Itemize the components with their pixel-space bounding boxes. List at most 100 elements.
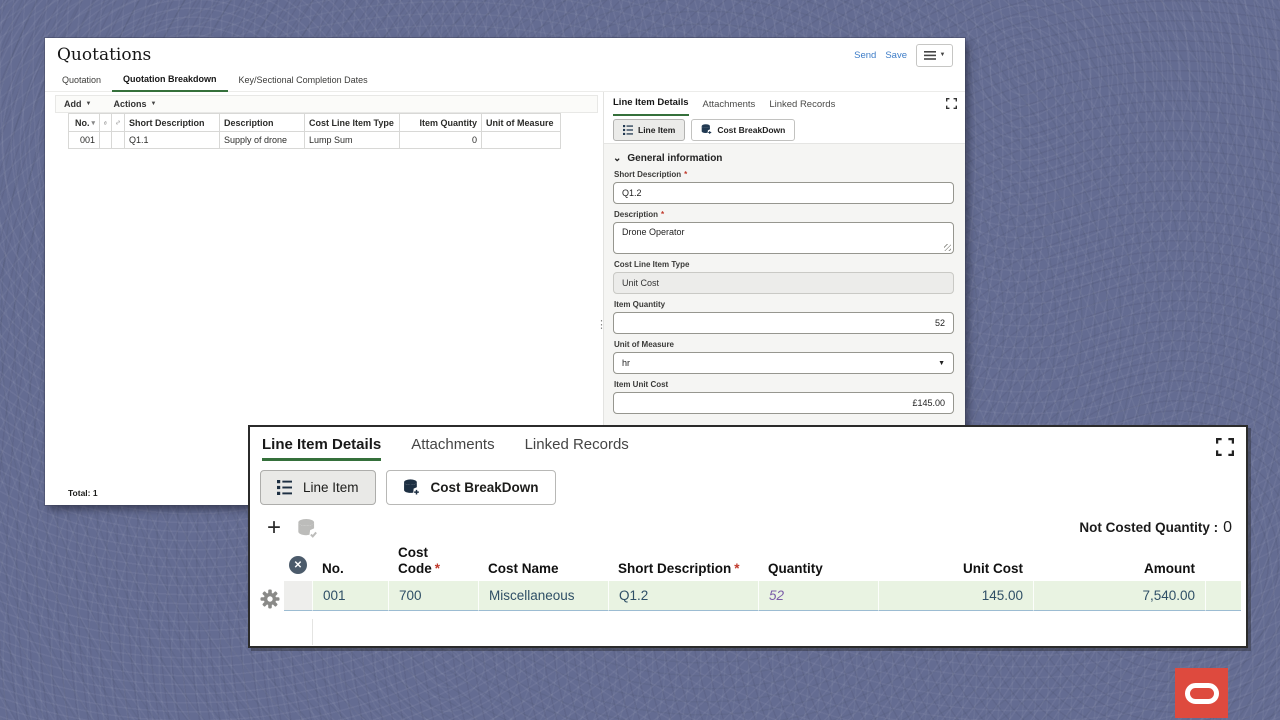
cell-short-description[interactable]: Q1.2 <box>608 581 758 611</box>
caret-down-icon: ▼ <box>940 52 946 58</box>
cell-no[interactable]: 001 <box>69 132 100 149</box>
cell-cost-name[interactable]: Miscellaneous <box>478 581 608 611</box>
desktop-background: Quotations Send Save ▼ Quotation Quotati… <box>0 0 1280 720</box>
column-divider <box>312 619 313 645</box>
short-description-field[interactable]: Q1.2 <box>613 182 954 204</box>
cell-item-quantity[interactable]: 0 <box>400 132 482 149</box>
cell-unit-cost[interactable]: 145.00 <box>878 581 1033 611</box>
caret-down-icon: ▼ <box>938 360 945 367</box>
cost-line-item-type-label: Cost Line Item Type <box>614 260 954 269</box>
short-description-label: Short Description* <box>614 170 954 179</box>
row-total-label: Total: 1 <box>68 488 98 498</box>
overlay-grid-toolbar: + Not Costed Quantity : 0 <box>260 515 1246 541</box>
cell-short-description[interactable]: Q1.1 <box>125 132 220 149</box>
column-header-amount[interactable]: Amount <box>1033 561 1205 576</box>
tab-quotation-breakdown[interactable]: Quotation Breakdown <box>112 74 228 92</box>
oracle-o-icon <box>1185 683 1219 704</box>
column-header-cost-name[interactable]: Cost Name <box>478 561 608 576</box>
database-plus-icon <box>701 124 712 135</box>
column-header-link[interactable] <box>112 113 125 132</box>
unit-of-measure-label: Unit of Measure <box>614 340 954 349</box>
actions-button[interactable]: Actions <box>113 99 146 109</box>
column-header-short-description[interactable]: Short Description <box>125 113 220 132</box>
cost-breakdown-row[interactable]: 001 700 Miscellaneous Q1.2 52 145.00 7,5… <box>284 581 1246 611</box>
tab-quotation[interactable]: Quotation <box>51 75 112 91</box>
tab-attachments[interactable]: Attachments <box>703 99 756 116</box>
details-tab-bar: Line Item Details Attachments Linked Rec… <box>604 92 965 116</box>
actions-caret-icon[interactable]: ▼ <box>150 101 156 107</box>
column-header-attachment[interactable] <box>100 113 112 132</box>
tab-line-item-details[interactable]: Line Item Details <box>613 97 689 116</box>
tab-key-sectional-completion-dates[interactable]: Key/Sectional Completion Dates <box>228 75 379 91</box>
resize-grip-icon[interactable] <box>944 244 951 251</box>
section-header-general-information[interactable]: ⌄ General information <box>613 153 954 164</box>
send-button[interactable]: Send <box>854 50 876 61</box>
description-label: Description* <box>614 210 954 219</box>
cell-link[interactable] <box>112 132 125 149</box>
line-item-view-button[interactable]: Line Item <box>613 119 685 141</box>
page-title: Quotations <box>57 45 151 65</box>
line-item-view-button[interactable]: Line Item <box>260 470 376 505</box>
table-header-row: ✕ No. Cost Code* Cost Name Short Descrip… <box>284 545 1246 581</box>
collapse-chevron-icon: ⌄ <box>613 153 621 164</box>
required-asterisk: * <box>435 561 440 577</box>
oracle-logo <box>1175 668 1228 718</box>
not-costed-quantity-value: 0 <box>1223 519 1232 537</box>
description-field[interactable]: Drone Operator <box>613 222 954 254</box>
column-header-description[interactable]: Description <box>220 113 305 132</box>
add-button[interactable]: Add <box>64 99 82 109</box>
cell-quantity[interactable]: 52 <box>758 581 878 611</box>
overlay-view-switcher: Line Item Cost BreakDown <box>260 470 1246 505</box>
column-header-unit-cost[interactable]: Unit Cost <box>878 561 1033 576</box>
tab-line-item-details[interactable]: Line Item Details <box>262 436 381 461</box>
circle-x-icon: ✕ <box>289 556 307 574</box>
expand-panel-button[interactable] <box>1216 438 1234 456</box>
link-icon <box>116 118 120 127</box>
expand-icon <box>1216 438 1234 456</box>
unit-of-measure-select[interactable]: hr ▼ <box>613 352 954 374</box>
cell-row-selector[interactable] <box>284 581 312 611</box>
clear-column-header[interactable]: ✕ <box>284 556 312 576</box>
column-header-no[interactable]: No. <box>312 561 388 576</box>
window-tab-bar: Quotation Quotation Breakdown Key/Sectio… <box>45 72 965 92</box>
window-header: Quotations Send Save ▼ <box>45 38 965 72</box>
cell-cost-line-item-type[interactable]: Lump Sum <box>305 132 400 149</box>
not-costed-quantity: Not Costed Quantity : 0 <box>1079 519 1232 537</box>
table-row[interactable]: 001 Q1.1 Supply of drone Lump Sum 0 <box>69 132 561 149</box>
column-header-cost-code[interactable]: Cost Code* <box>388 545 478 576</box>
column-header-item-quantity[interactable]: Item Quantity <box>400 113 482 132</box>
row-settings-button[interactable] <box>260 589 280 609</box>
expand-icon <box>946 98 957 109</box>
cell-no[interactable]: 001 <box>312 581 388 611</box>
cell-amount[interactable]: 7,540.00 <box>1033 581 1205 611</box>
table-header-row: No. ▾ Short Description Description Cost… <box>69 113 561 132</box>
required-asterisk: * <box>661 210 664 219</box>
required-asterisk: * <box>734 561 739 576</box>
expand-panel-button[interactable] <box>946 98 957 109</box>
save-button[interactable]: Save <box>885 50 907 61</box>
tab-linked-records[interactable]: Linked Records <box>525 436 629 461</box>
add-caret-icon[interactable]: ▼ <box>86 101 92 107</box>
cell-cost-code[interactable]: 700 <box>388 581 478 611</box>
list-icon <box>277 480 292 495</box>
tab-linked-records[interactable]: Linked Records <box>769 99 835 116</box>
more-actions-menu-button[interactable]: ▼ <box>916 44 953 67</box>
column-header-quantity[interactable]: Quantity <box>758 561 878 576</box>
tab-attachments[interactable]: Attachments <box>411 436 494 461</box>
apply-cost-button[interactable] <box>297 518 318 539</box>
cell-unit-of-measure[interactable] <box>482 132 561 149</box>
cost-breakdown-view-button[interactable]: Cost BreakDown <box>691 119 795 141</box>
column-header-unit-of-measure[interactable]: Unit of Measure <box>482 113 561 132</box>
required-asterisk: * <box>684 170 687 179</box>
cell-description[interactable]: Supply of drone <box>220 132 305 149</box>
item-unit-cost-field[interactable]: £145.00 <box>613 392 954 414</box>
database-plus-icon <box>403 479 420 496</box>
item-quantity-label: Item Quantity <box>614 300 954 309</box>
cell-attachment[interactable] <box>100 132 112 149</box>
cost-breakdown-view-button[interactable]: Cost BreakDown <box>386 470 556 505</box>
add-cost-row-button[interactable]: + <box>267 517 281 539</box>
column-header-cost-line-item-type[interactable]: Cost Line Item Type <box>305 113 400 132</box>
item-quantity-field[interactable]: 52 <box>613 312 954 334</box>
column-header-short-description[interactable]: Short Description * <box>608 561 758 576</box>
column-header-no[interactable]: No. ▾ <box>69 113 100 132</box>
